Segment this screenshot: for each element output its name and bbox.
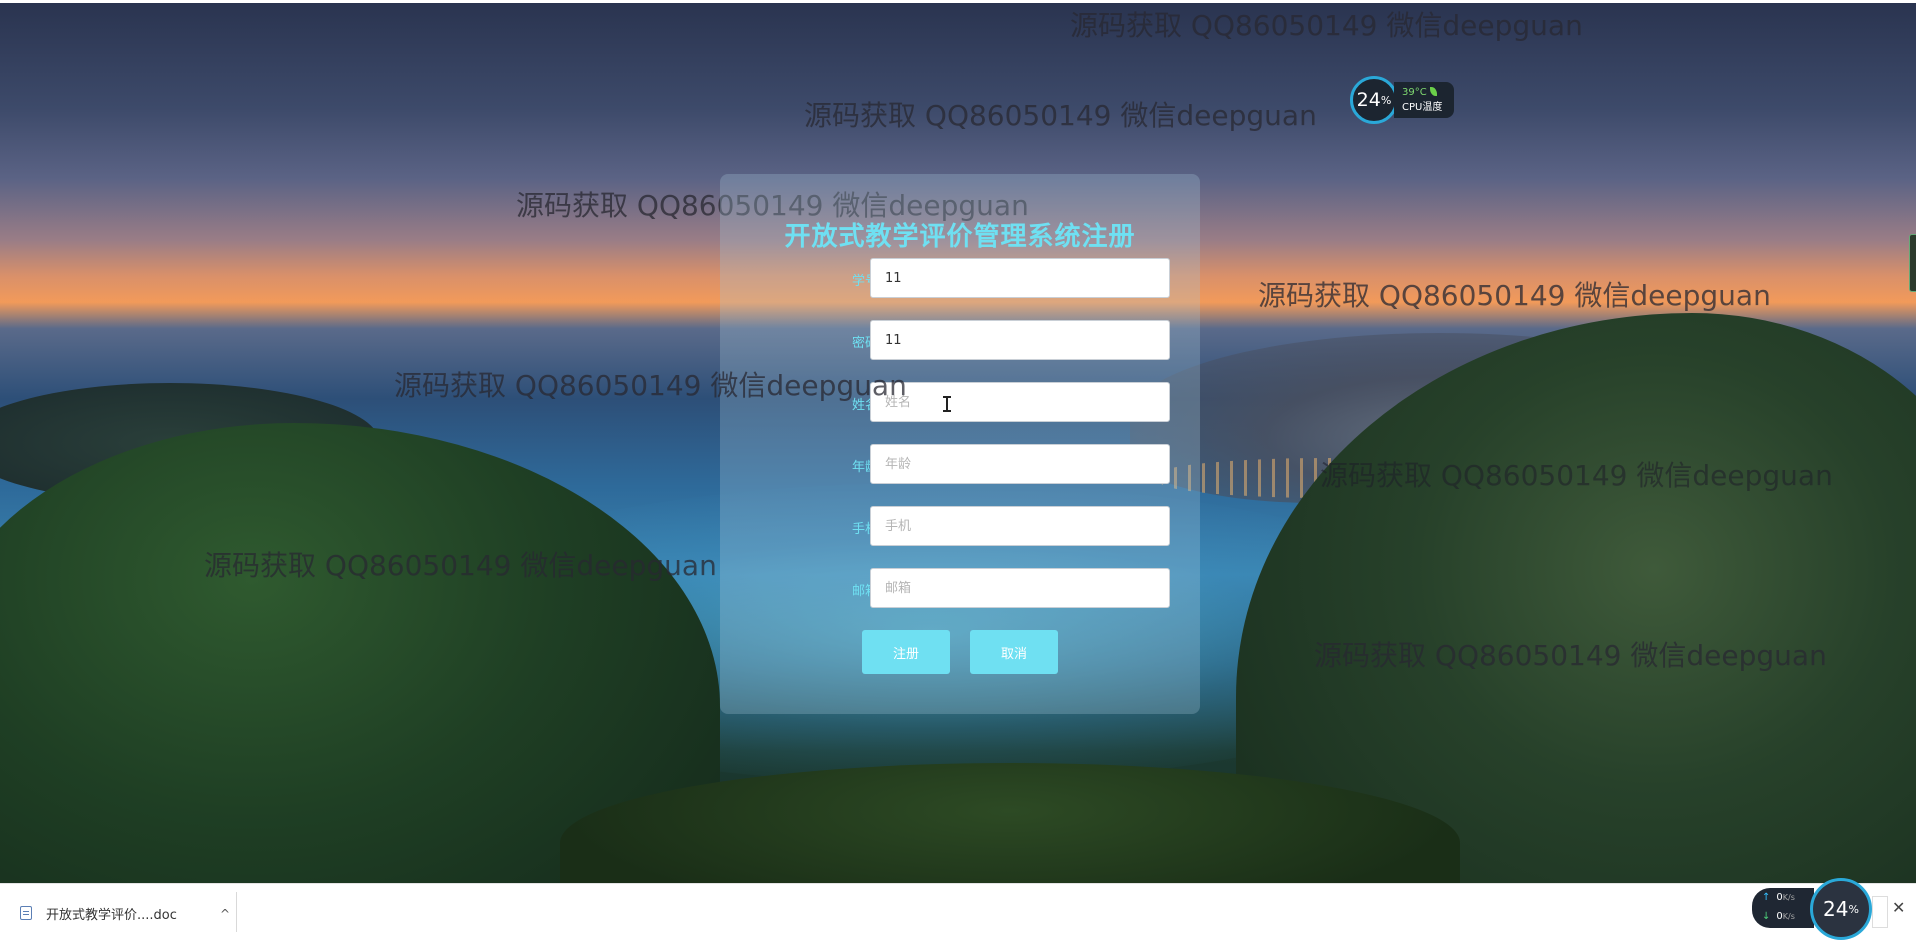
watermark: 源码获取 QQ86050149 微信deepguan <box>204 549 717 582</box>
network-speed-widget[interactable]: ↑ 0K/s ↓ 0K/s <box>1752 888 1814 928</box>
cpu-percent: 24 <box>1356 89 1381 111</box>
field-row-password: 密码 <box>720 320 1200 360</box>
field-row-age: 年龄 <box>720 444 1200 484</box>
cpu-usage-unit: % <box>1848 902 1859 916</box>
cpu-percent-unit: % <box>1380 93 1392 107</box>
password-label: 密码 <box>851 336 878 351</box>
field-row-student-id: 学号 <box>720 258 1200 298</box>
field-row-email: 邮箱 <box>720 568 1200 608</box>
password-input[interactable] <box>870 320 1170 360</box>
field-row-phone: 手机 <box>720 506 1200 546</box>
watermark: 源码获取 QQ86050149 微信deepguan <box>1320 459 1833 492</box>
download-speed-unit: K/s <box>1782 912 1795 921</box>
register-button[interactable]: 注册 <box>862 630 950 674</box>
cpu-temperature: 39°C <box>1402 87 1427 98</box>
age-input[interactable] <box>870 444 1170 484</box>
chevron-up-icon[interactable]: ^ <box>220 907 230 921</box>
cpu-usage-ball[interactable]: 24% <box>1810 878 1872 940</box>
download-arrow-icon: ↓ <box>1762 911 1771 922</box>
watermark: 源码获取 QQ86050149 微信deepguan <box>1070 9 1583 42</box>
name-input[interactable] <box>870 382 1170 422</box>
cpu-info-box: 39°C CPU温度 <box>1394 82 1454 118</box>
cancel-button[interactable]: 取消 <box>970 630 1058 674</box>
watermark: 源码获取 QQ86050149 微信deepguan <box>1258 279 1771 312</box>
text-cursor-icon <box>943 396 951 412</box>
age-label: 年龄 <box>851 460 878 475</box>
divider <box>236 892 237 932</box>
email-label: 邮箱 <box>851 584 878 599</box>
download-item[interactable]: 开放式教学评价....doc ^ <box>14 894 236 932</box>
document-icon <box>20 906 32 920</box>
register-title: 开放式教学评价管理系统注册 <box>784 222 1136 252</box>
watermark: 源码获取 QQ86050149 微信deepguan <box>1314 639 1827 672</box>
show-all-downloads-button[interactable] <box>1872 896 1888 928</box>
watermark: 源码获取 QQ86050149 微信deepguan <box>804 99 1317 132</box>
leaf-icon <box>1429 87 1437 96</box>
cpu-usage-percent: 24 <box>1823 897 1849 921</box>
student-id-label: 学号 <box>851 274 878 289</box>
upload-arrow-icon: ↑ <box>1762 892 1771 903</box>
close-icon[interactable]: ✕ <box>1892 898 1905 917</box>
email-input[interactable] <box>870 568 1170 608</box>
download-bar: 开放式教学评价....doc ^ ↑ 0K/s ↓ 0K/s 24% ✕ <box>0 878 1916 941</box>
cpu-usage-ring: 24% <box>1350 76 1398 124</box>
upload-speed-unit: K/s <box>1782 893 1795 902</box>
phone-label: 手机 <box>851 522 878 537</box>
register-panel: 开放式教学评价管理系统注册 学号 密码 姓名 年龄 手机 邮箱 注册 取消 <box>720 174 1200 714</box>
cpu-temp-label: CPU温度 <box>1402 102 1443 113</box>
cpu-temp-widget[interactable]: 24% 39°C CPU温度 <box>1350 76 1462 124</box>
page-edge-handle[interactable] <box>1909 234 1916 292</box>
download-file-name: 开放式教学评价....doc <box>46 907 177 923</box>
student-id-input[interactable] <box>870 258 1170 298</box>
phone-input[interactable] <box>870 506 1170 546</box>
watermark: 源码获取 QQ86050149 微信deepguan <box>394 369 907 402</box>
